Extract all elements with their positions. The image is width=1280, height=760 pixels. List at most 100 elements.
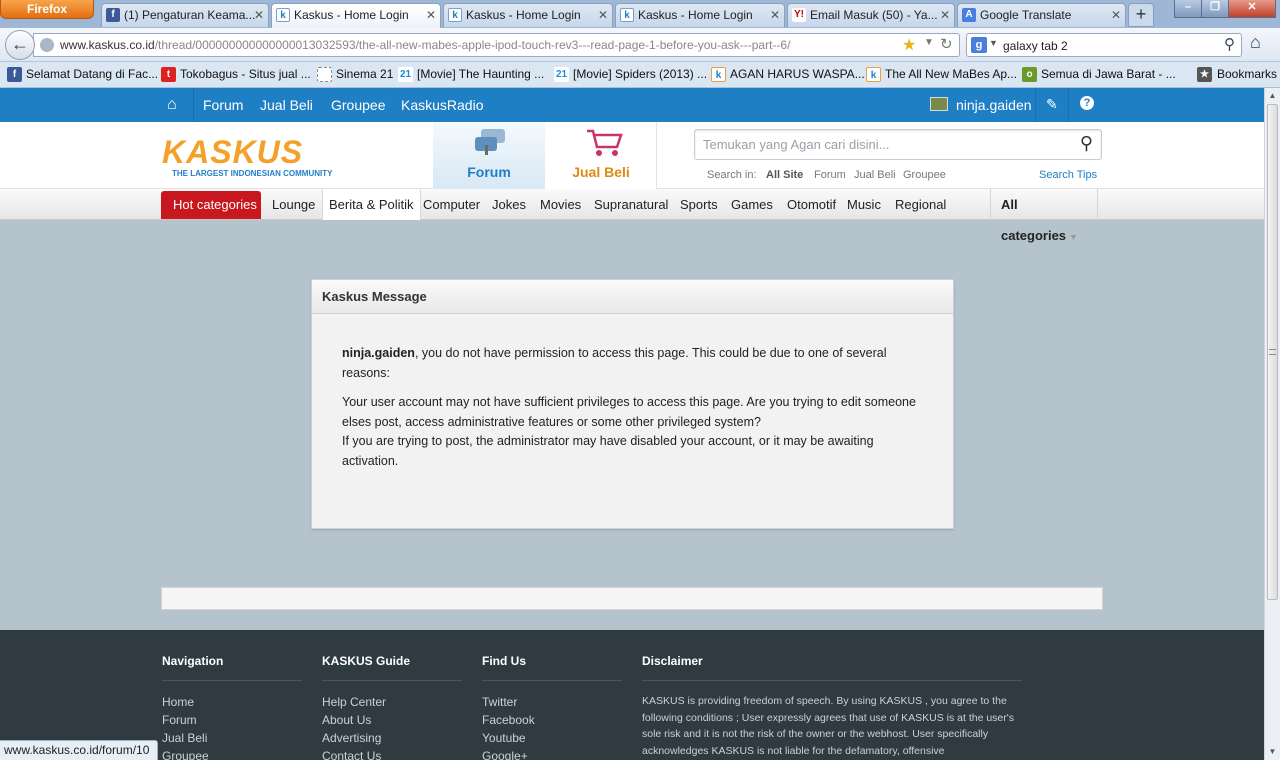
kaskus-icon: k — [711, 67, 726, 82]
all-categories-dropdown[interactable]: All categories ▼ — [990, 189, 1098, 243]
category-regional[interactable]: Regional — [889, 189, 952, 220]
footer-link-groupee[interactable]: Groupee — [162, 747, 302, 760]
search-icon[interactable]: ⚲ — [1080, 133, 1093, 154]
footer-link-advertising[interactable]: Advertising — [322, 729, 462, 747]
reload-icon[interactable]: ↻ — [940, 35, 953, 53]
google-translate-icon: A — [962, 8, 976, 22]
topnav-forum-link[interactable]: Forum — [203, 97, 243, 113]
category-movies[interactable]: Movies — [534, 189, 587, 220]
browser-tab[interactable]: k Kaskus - Home Login ✕ — [443, 3, 613, 27]
scrollbar-thumb[interactable] — [1267, 104, 1278, 600]
browser-tab[interactable]: k Kaskus - Home Login ✕ — [615, 3, 785, 27]
forum-section-tab[interactable]: Forum — [433, 122, 545, 189]
category-berita-politik[interactable]: Berita & Politik — [322, 189, 421, 220]
url-bar[interactable]: www.kaskus.co.id/thread/0000000000000000… — [33, 33, 960, 57]
category-music[interactable]: Music — [841, 189, 887, 220]
search-input[interactable]: galaxy tab 2 — [1003, 39, 1068, 53]
footer-link-help-center[interactable]: Help Center — [322, 693, 462, 711]
bookmarks-menu[interactable]: ★ Bookmarks — [1196, 67, 1277, 82]
close-icon[interactable]: ✕ — [1111, 4, 1121, 26]
chevron-down-icon[interactable]: ▼ — [989, 38, 998, 48]
category-otomotif[interactable]: Otomotif — [781, 189, 842, 220]
logo-tagline: THE LARGEST INDONESIAN COMMUNITY — [172, 169, 333, 178]
kaskus-logo[interactable]: KASKUS THE LARGEST INDONESIAN COMMUNITY — [162, 134, 342, 178]
message-body: ninja.gaiden, you do not have permission… — [312, 314, 953, 471]
search-option-jualbeli[interactable]: Jual Beli — [854, 169, 896, 181]
footer-link-about-us[interactable]: About Us — [322, 711, 462, 729]
back-button[interactable]: ← — [5, 30, 35, 60]
footer-link-contact-us[interactable]: Contact Us — [322, 747, 462, 760]
footer-link-home[interactable]: Home — [162, 693, 302, 711]
search-option-all-site[interactable]: All Site — [766, 169, 803, 181]
kaskus-icon: k — [448, 8, 462, 22]
bookmark-item[interactable]: k The All New MaBes Ap... — [866, 67, 1017, 82]
google-icon[interactable]: g — [971, 37, 987, 53]
avatar[interactable] — [930, 97, 948, 111]
footer-link-twitter[interactable]: Twitter — [482, 693, 622, 711]
topnav-groupee-link[interactable]: Groupee — [331, 97, 385, 113]
jualbeli-section-tab[interactable]: Jual Beli — [545, 122, 657, 189]
browser-tab[interactable]: Y! Email Masuk (50) - Ya... ✕ — [787, 3, 955, 27]
browser-tab-active[interactable]: k Kaskus - Home Login ✕ — [271, 3, 441, 28]
home-icon[interactable]: ⌂ — [167, 96, 177, 114]
home-icon[interactable]: ⌂ — [1250, 32, 1261, 53]
category-jokes[interactable]: Jokes — [486, 189, 532, 220]
shopping-cart-icon — [587, 129, 623, 156]
hot-categories-button[interactable]: Hot categories — [161, 191, 261, 219]
search-in-label: Search in: — [707, 169, 757, 181]
facebook-icon: f — [106, 8, 120, 22]
help-icon[interactable]: ? — [1080, 96, 1094, 110]
category-sports[interactable]: Sports — [674, 189, 724, 220]
chevron-down-icon[interactable]: ▼ — [924, 37, 934, 48]
browser-search-box[interactable]: g ▼ galaxy tab 2 ⚲ — [966, 33, 1242, 57]
bookmark-item[interactable]: 21 [Movie] The Haunting ... — [398, 67, 544, 82]
footer-link-facebook[interactable]: Facebook — [482, 711, 622, 729]
topnav-jualbeli-link[interactable]: Jual Beli — [260, 97, 313, 113]
category-computer[interactable]: Computer — [417, 189, 486, 220]
username-link[interactable]: ninja.gaiden — [956, 97, 1032, 113]
browser-tab[interactable]: f (1) Pengaturan Keama... ✕ — [101, 3, 269, 27]
vertical-scrollbar[interactable]: ▲ ▼ — [1264, 88, 1280, 760]
close-icon[interactable]: ✕ — [254, 4, 264, 26]
new-tab-button[interactable]: + — [1128, 3, 1154, 27]
search-tips-link[interactable]: Search Tips — [1039, 169, 1097, 181]
topnav-kaskusradio-link[interactable]: KaskusRadio — [401, 97, 484, 113]
url-text[interactable]: www.kaskus.co.id/thread/0000000000000000… — [60, 38, 790, 52]
close-icon[interactable]: ✕ — [426, 4, 436, 26]
footer-link-forum[interactable]: Forum — [162, 711, 302, 729]
bookmark-item[interactable]: t Tokobagus - Situs jual ... — [161, 67, 311, 82]
scroll-up-arrow-icon[interactable]: ▲ — [1265, 88, 1280, 104]
bookmark-item[interactable]: o Semua di Jawa Barat - ... — [1022, 67, 1176, 82]
tab-title: Email Masuk (50) - Ya... — [810, 8, 938, 22]
footer-link-google-plus[interactable]: Google+ — [482, 747, 622, 760]
bookmark-item[interactable]: f Selamat Datang di Fac... — [7, 67, 158, 82]
close-icon[interactable]: ✕ — [770, 4, 780, 26]
bookmark-item[interactable]: Sinema 21 — [317, 67, 393, 82]
footer-heading: Navigation — [162, 654, 302, 681]
browser-tab[interactable]: A Google Translate ✕ — [957, 3, 1126, 27]
site-search-input[interactable]: Temukan yang Agan cari disini... — [703, 137, 889, 152]
category-supranatural[interactable]: Supranatural — [588, 189, 674, 220]
maximize-button[interactable]: ❐ — [1201, 0, 1229, 18]
footer-link-jualbeli[interactable]: Jual Beli — [162, 729, 302, 747]
star-icon[interactable]: ★ — [902, 35, 916, 55]
bookmark-item[interactable]: 21 [Movie] Spiders (2013) ... — [554, 67, 707, 82]
search-icon[interactable]: ⚲ — [1224, 35, 1235, 53]
message-title: Kaskus Message — [312, 280, 953, 314]
pencil-icon[interactable]: ✎ — [1046, 96, 1058, 113]
category-games[interactable]: Games — [725, 189, 779, 220]
footer-link-youtube[interactable]: Youtube — [482, 729, 622, 747]
search-option-groupee[interactable]: Groupee — [903, 169, 946, 181]
bookmark-item[interactable]: k AGAN HARUS WASPA... — [711, 67, 865, 82]
firefox-menu-button[interactable]: Firefox — [0, 0, 94, 19]
close-icon[interactable]: ✕ — [598, 4, 608, 26]
window-close-button[interactable]: ✕ — [1228, 0, 1276, 18]
scroll-down-arrow-icon[interactable]: ▼ — [1265, 744, 1280, 760]
content-strip — [161, 587, 1103, 610]
close-icon[interactable]: ✕ — [940, 4, 950, 26]
search-option-forum[interactable]: Forum — [814, 169, 846, 181]
disclaimer-text: KASKUS is providing freedom of speech. B… — [642, 695, 1015, 757]
category-lounge[interactable]: Lounge — [266, 189, 321, 220]
site-search-box[interactable]: Temukan yang Agan cari disini... ⚲ — [694, 129, 1102, 160]
minimize-button[interactable]: – — [1174, 0, 1202, 18]
